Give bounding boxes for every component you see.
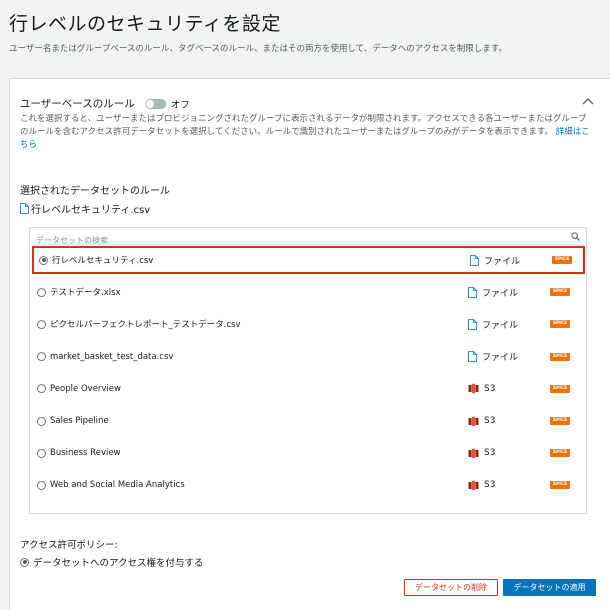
dataset-name: テストデータ.xlsx bbox=[50, 288, 121, 299]
spice-badge: SPICE bbox=[550, 384, 570, 393]
file-icon bbox=[468, 351, 477, 362]
dataset-source: S3 bbox=[468, 448, 495, 459]
dataset-list: 行レベルセキュリティ.csv ファイル SPICE テストデータ.xlsx ファイル SP… bbox=[29, 227, 587, 514]
dataset-source: ファイル bbox=[468, 350, 518, 363]
user-rules-title: ユーザーベースのルール bbox=[20, 98, 135, 110]
apply-dataset-button[interactable]: データセットの適用 bbox=[503, 579, 596, 596]
dataset-name: ピクセルパーフェクトレポート_テストデータ.csv bbox=[50, 320, 241, 331]
file-icon bbox=[470, 254, 479, 266]
file-icon bbox=[20, 203, 29, 214]
user-rules-header: ユーザーベースのルール オフ bbox=[20, 96, 190, 111]
toggle-knob bbox=[145, 99, 154, 108]
delete-dataset-button[interactable]: データセットの削除 bbox=[404, 579, 498, 596]
dataset-row[interactable]: Web and Social Media Analytics S3 SPICE bbox=[32, 471, 585, 499]
dataset-radio[interactable] bbox=[37, 319, 46, 329]
toggle-state-label: オフ bbox=[170, 99, 190, 111]
selected-rules-label: 選択されたデータセットのルール bbox=[20, 186, 170, 197]
dataset-source-label: S3 bbox=[484, 448, 496, 459]
dataset-row[interactable]: Business Review S3 SPICE bbox=[32, 439, 585, 467]
spice-badge: SPICE bbox=[550, 449, 570, 458]
dataset-source-label: ファイル bbox=[482, 353, 519, 364]
dataset-name: Sales Pipeline bbox=[50, 416, 109, 426]
s3-bucket-icon bbox=[468, 384, 479, 394]
dataset-radio[interactable] bbox=[37, 352, 46, 362]
s3-bucket-icon bbox=[468, 480, 479, 491]
dataset-source: S3 bbox=[468, 480, 495, 491]
dataset-source-label: S3 bbox=[484, 416, 496, 426]
dataset-source-label: ファイル bbox=[482, 320, 519, 331]
dataset-radio[interactable] bbox=[37, 448, 46, 458]
dataset-row[interactable]: People Overview S3 SPICE bbox=[32, 375, 585, 403]
rls-panel: ユーザーベースのルール オフ これを選択すると、ユーザーまたはプロビジョニングさ… bbox=[9, 78, 610, 610]
page-subtitle: ユーザー名またはグループベースのルール、タグベースのルール、またはその両方を使用… bbox=[9, 44, 508, 54]
dataset-source-label: S3 bbox=[484, 480, 496, 491]
dataset-radio[interactable] bbox=[37, 416, 46, 426]
description-text: これを選択すると、ユーザーまたはプロビジョニングされたグループに表示されるデータ… bbox=[20, 114, 587, 137]
dataset-row[interactable]: テストデータ.xlsx ファイル SPICE bbox=[32, 278, 585, 306]
dataset-row[interactable]: 行レベルセキュリティ.csv ファイル SPICE bbox=[32, 246, 585, 274]
file-icon bbox=[468, 286, 477, 298]
dataset-name: 行レベルセキュリティ.csv bbox=[52, 256, 154, 266]
page-title: 行レベルのセキュリティを設定 bbox=[9, 13, 281, 35]
dataset-source: S3 bbox=[468, 383, 495, 394]
dataset-row[interactable]: Sales Pipeline S3 SPICE bbox=[32, 407, 585, 435]
dataset-row[interactable]: market_basket_test_data.csv ファイル SPICE bbox=[32, 343, 585, 371]
user-rules-toggle[interactable] bbox=[144, 98, 166, 109]
dataset-source-label: ファイル bbox=[482, 288, 519, 299]
dataset-name: market_basket_test_data.csv bbox=[50, 351, 174, 362]
dataset-name: People Overview bbox=[50, 383, 121, 394]
selected-file-name: 行レベルセキュリティ.csv bbox=[31, 205, 151, 216]
dataset-name: Web and Social Media Analytics bbox=[50, 480, 185, 491]
s3-bucket-icon bbox=[468, 416, 479, 426]
dataset-source-label: S3 bbox=[484, 383, 496, 394]
policy-label: アクセス許可ポリシー: bbox=[20, 540, 118, 551]
selected-rules-file: 行レベルセキュリティ.csv bbox=[20, 201, 150, 216]
policy-option-grant[interactable]: データセットへのアクセス権を付与する bbox=[20, 555, 204, 569]
user-rules-description: これを選択すると、ユーザーまたはプロビジョニングされたグループに表示されるデータ… bbox=[20, 113, 592, 152]
spice-badge: SPICE bbox=[550, 481, 570, 490]
s3-bucket-icon bbox=[468, 448, 479, 458]
spice-badge: SPICE bbox=[550, 352, 570, 361]
dataset-search bbox=[30, 228, 586, 249]
dataset-source: ファイル bbox=[470, 254, 520, 267]
spice-badge: SPICE bbox=[550, 288, 570, 297]
spice-badge: SPICE bbox=[550, 417, 570, 425]
dataset-source: ファイル bbox=[468, 318, 518, 331]
chevron-up-icon[interactable] bbox=[582, 96, 594, 108]
spice-badge: SPICE bbox=[552, 256, 572, 264]
dataset-name: Business Review bbox=[50, 448, 121, 459]
dataset-radio[interactable] bbox=[37, 384, 46, 394]
policy-radio[interactable] bbox=[20, 557, 29, 567]
spice-badge: SPICE bbox=[550, 320, 570, 329]
dataset-radio[interactable] bbox=[37, 480, 46, 490]
file-icon bbox=[468, 318, 477, 330]
policy-option-label: データセットへのアクセス権を付与する bbox=[33, 558, 204, 569]
dataset-source: S3 bbox=[468, 416, 495, 427]
dataset-radio[interactable] bbox=[37, 287, 46, 297]
dataset-radio[interactable] bbox=[39, 255, 48, 265]
dataset-source: ファイル bbox=[468, 286, 518, 299]
dataset-row[interactable]: ピクセルパーフェクトレポート_テストデータ.csv ファイル SPICE bbox=[32, 310, 585, 338]
search-icon bbox=[571, 232, 580, 241]
dataset-source-label: ファイル bbox=[484, 256, 521, 267]
